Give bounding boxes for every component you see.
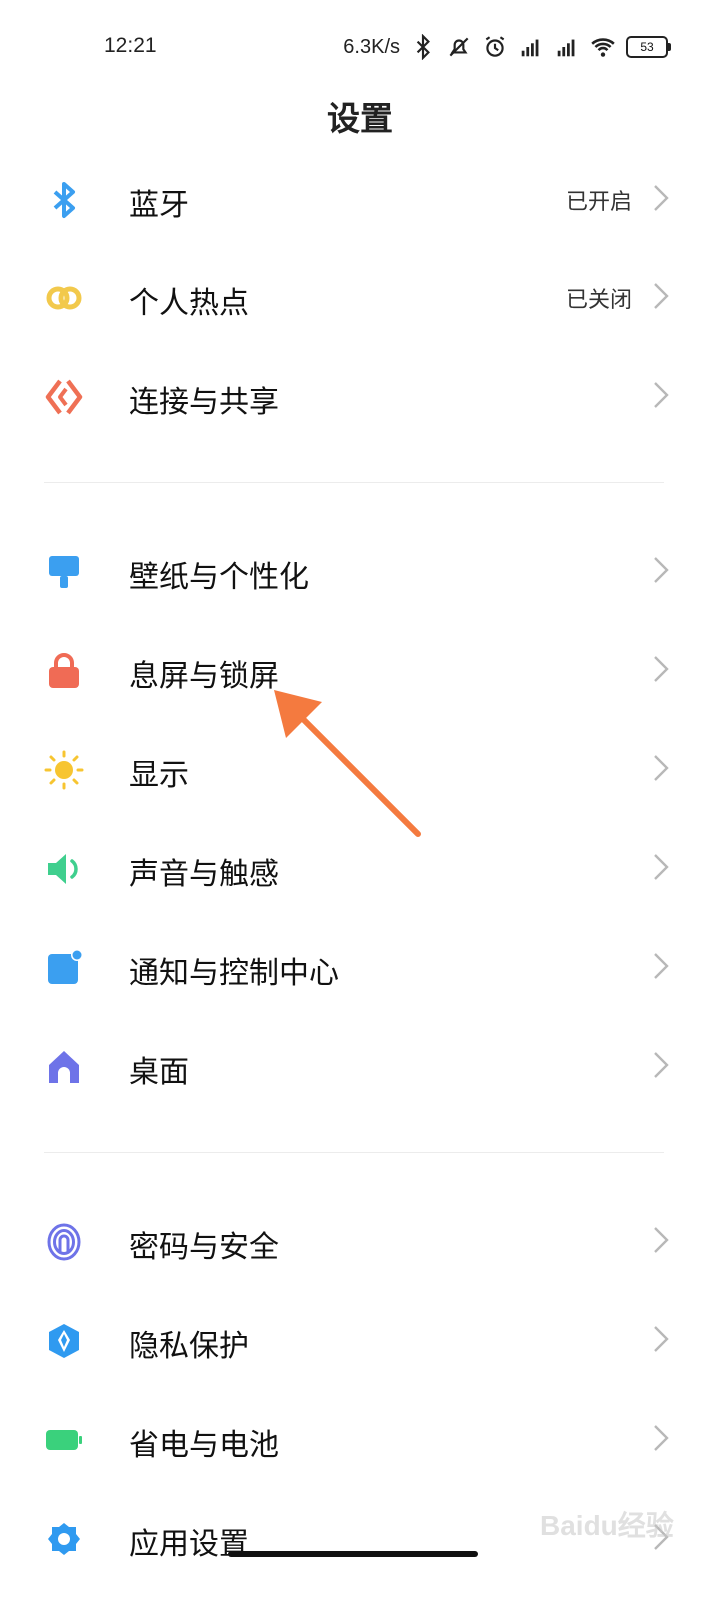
page-title: 设置: [327, 99, 393, 138]
settings-item-wallpaper[interactable]: 壁纸与个性化: [0, 522, 720, 620]
status-time: 12:21: [104, 34, 157, 57]
settings-item-battery[interactable]: 省电与电池: [0, 1390, 720, 1488]
status-icons: 6.3K/s 53: [343, 33, 671, 61]
item-status: 已开启: [565, 190, 632, 215]
item-label: 壁纸与个性化: [129, 560, 309, 595]
mute-bell-icon: [446, 34, 472, 60]
home-indicator[interactable]: [228, 1551, 478, 1557]
network-speed: 6.3K/s: [343, 35, 400, 58]
section-divider: [44, 1152, 664, 1153]
chevron-right-icon: [652, 554, 670, 586]
baidu-watermark: Baidu经验: [540, 1509, 674, 1541]
chevron-right-icon: [652, 379, 670, 411]
sun-icon: [44, 750, 84, 790]
item-label: 显示: [129, 758, 189, 793]
chevron-right-icon: [652, 1224, 670, 1256]
chevron-right-icon: [652, 653, 670, 685]
signal-hd-icon-2: [554, 34, 580, 60]
chevron-right-icon: [652, 851, 670, 883]
settings-item-home[interactable]: 桌面: [0, 1017, 720, 1115]
item-status: 已关闭: [565, 288, 632, 313]
lock-icon: [44, 651, 84, 691]
section-divider: [44, 482, 664, 483]
home-icon: [44, 1047, 84, 1087]
item-label: 隐私保护: [129, 1329, 249, 1364]
speaker-icon: [44, 849, 84, 889]
item-label: 桌面: [129, 1055, 189, 1090]
settings-item-connection-share[interactable]: 连接与共享: [0, 347, 720, 445]
annotation-arrow: [274, 690, 421, 837]
wallpaper-icon: [44, 552, 84, 592]
status-bar: 12:21 6.3K/s 53: [0, 0, 720, 96]
bluetooth-status-icon: [410, 34, 436, 60]
item-label: 通知与控制中心: [129, 956, 339, 991]
item-label: 蓝牙: [129, 188, 189, 223]
item-label: 息屏与锁屏: [129, 659, 279, 694]
bluetooth-icon: [44, 180, 84, 220]
item-label: 个人热点: [129, 286, 249, 321]
chevron-right-icon: [652, 950, 670, 982]
chevron-right-icon: [652, 182, 670, 214]
wifi-icon: [590, 34, 616, 60]
item-label: 声音与触感: [129, 857, 279, 892]
chevron-right-icon: [652, 1323, 670, 1355]
settings-item-password-security[interactable]: 密码与安全: [0, 1192, 720, 1290]
apps-gear-icon: [44, 1519, 84, 1559]
connection-share-icon: [44, 377, 84, 417]
settings-item-hotspot[interactable]: 个人热点 已关闭: [0, 248, 720, 346]
signal-hd-icon-1: [518, 34, 544, 60]
alarm-icon: [482, 34, 508, 60]
item-label: 省电与电池: [129, 1428, 279, 1463]
hotspot-icon: [44, 278, 84, 318]
settings-item-privacy[interactable]: 隐私保护: [0, 1291, 720, 1389]
settings-item-bluetooth[interactable]: 蓝牙 已开启: [0, 150, 720, 248]
battery-level: 53: [626, 36, 671, 58]
chevron-right-icon: [652, 1422, 670, 1454]
settings-item-notification[interactable]: 通知与控制中心: [0, 918, 720, 1016]
battery-icon: [44, 1420, 84, 1460]
notification-icon: [44, 948, 84, 988]
item-label: 密码与安全: [129, 1230, 279, 1265]
privacy-shield-icon: [44, 1321, 84, 1361]
item-label: 连接与共享: [129, 385, 279, 420]
watermark-text: Baidu经验: [540, 1509, 674, 1541]
fingerprint-icon: [44, 1222, 84, 1262]
chevron-right-icon: [652, 752, 670, 784]
chevron-right-icon: [652, 280, 670, 312]
chevron-right-icon: [652, 1049, 670, 1081]
